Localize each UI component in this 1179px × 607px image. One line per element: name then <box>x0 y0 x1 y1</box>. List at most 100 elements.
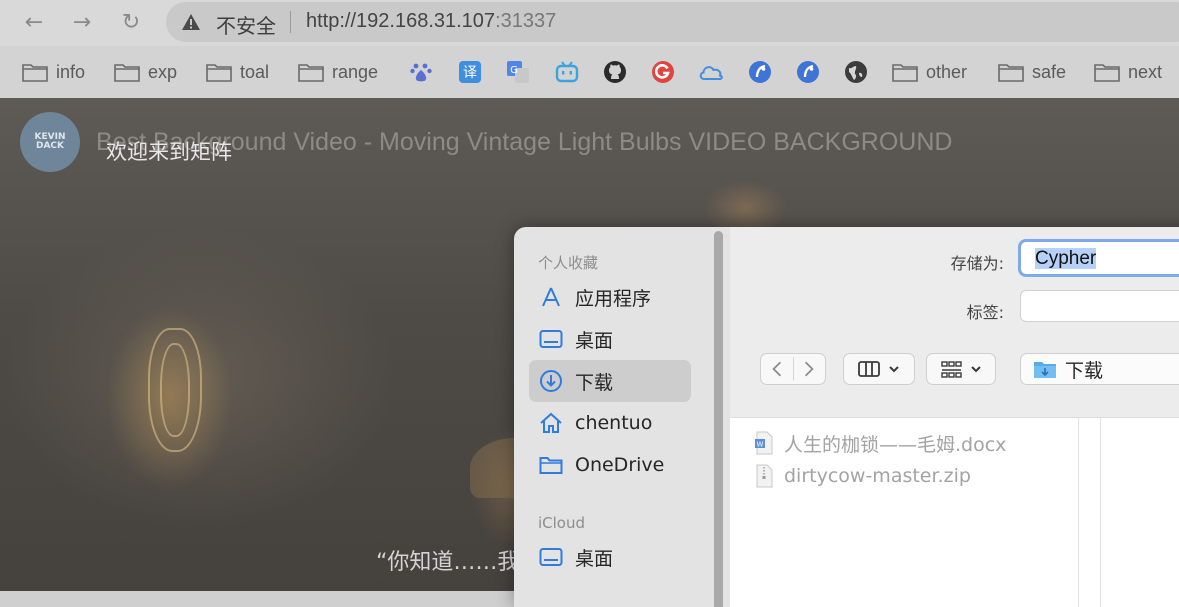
file-browser: W 人生的枷锁——毛姆.docx dirtycow-master.zip <box>730 417 1179 607</box>
save-as-value: Cypher <box>1035 248 1097 269</box>
address-separator <box>290 11 291 33</box>
channel-logo-text: KEVIN DACK <box>34 132 66 151</box>
arrow-left-icon[interactable]: ← <box>20 9 48 37</box>
reload-icon[interactable]: ↻ <box>117 9 145 37</box>
safari-blue-icon[interactable] <box>747 59 773 85</box>
sidebar-section-icloud: iCloud <box>538 514 586 532</box>
address-bar[interactable]: 不安全 http://192.168.31.107:31337 <box>166 2 1179 42</box>
url-text[interactable]: http://192.168.31.107:31337 <box>306 10 556 33</box>
folder-icon <box>998 64 1024 82</box>
sidebar-item-desktop[interactable]: 桌面 <box>529 318 691 360</box>
bookmark-folder-next[interactable]: next <box>1094 58 1162 86</box>
file-item-zip[interactable]: dirtycow-master.zip <box>754 463 971 489</box>
view-mode-button[interactable] <box>843 353 915 385</box>
sidebar-item-home[interactable]: chentuo <box>529 402 691 444</box>
folder-icon <box>114 64 140 82</box>
warning-icon <box>182 14 200 30</box>
file-item-docx[interactable]: W 人生的枷锁——毛姆.docx <box>754 430 1006 456</box>
word-doc-icon: W <box>755 431 773 455</box>
sidebar-section-favorites: 个人收藏 <box>538 254 599 272</box>
folder-icon <box>539 457 563 474</box>
chevron-down-icon <box>971 366 981 373</box>
bookmark-folder-safe[interactable]: safe <box>998 58 1066 86</box>
file-name: 人生的枷锁——毛姆.docx <box>784 433 1007 456</box>
bilibili-icon[interactable] <box>554 59 580 85</box>
applications-icon <box>542 287 560 307</box>
tags-input[interactable] <box>1020 290 1179 322</box>
save-as-input[interactable]: Cypher <box>1018 239 1179 277</box>
dialog-sidebar: 个人收藏 应用程序 桌面 下载 chentuo OneDrive iCloud … <box>514 227 730 607</box>
sidebar-item-label: 桌面 <box>575 547 614 570</box>
sidebar-item-onedrive[interactable]: OneDrive <box>529 444 691 486</box>
security-label: 不安全 <box>216 14 276 38</box>
folder-icon <box>206 64 232 82</box>
bookmark-folder-info[interactable]: info <box>22 58 85 86</box>
home-icon <box>540 412 562 433</box>
save-dialog: 个人收藏 应用程序 桌面 下载 chentuo OneDrive iCloud … <box>514 227 1179 607</box>
svg-text:W: W <box>757 441 764 449</box>
globe-icon[interactable] <box>843 59 869 85</box>
sidebar-item-label: chentuo <box>575 412 653 434</box>
folder-icon <box>298 64 324 82</box>
svg-text:译: 译 <box>463 65 477 81</box>
desktop-icon <box>539 330 563 348</box>
sidebar-scrollbar[interactable] <box>714 231 723 607</box>
column-divider[interactable] <box>1078 418 1079 607</box>
g-red-icon[interactable] <box>650 59 676 85</box>
save-as-label: 存储为: <box>950 254 1004 273</box>
bookmark-label: other <box>926 61 968 82</box>
welcome-text: 欢迎来到矩阵 <box>106 140 232 164</box>
svg-text:G: G <box>510 65 518 76</box>
channel-logo[interactable]: KEVIN DACK <box>20 112 80 172</box>
translate-icon[interactable]: 译 <box>457 59 483 85</box>
bookmark-folder-exp[interactable]: exp <box>114 58 177 86</box>
tags-label: 标签: <box>966 303 1004 322</box>
folder-icon <box>22 64 48 82</box>
sidebar-item-downloads[interactable]: 下载 <box>529 360 691 402</box>
bookmark-label: info <box>56 61 86 82</box>
google-translate-icon[interactable]: G <box>505 59 531 85</box>
bookmark-label: exp <box>148 61 178 82</box>
sidebar-item-label: 下载 <box>575 371 614 394</box>
downloads-icon <box>540 370 562 392</box>
group-mode-button[interactable] <box>926 353 996 385</box>
downloads-folder-icon <box>1034 362 1056 378</box>
zip-file-icon <box>756 464 773 488</box>
folder-icon <box>1094 64 1120 82</box>
bookmarks-bar: info exp toal range 译 G other safe next <box>0 46 1179 99</box>
url-host: http://192.168.31.107 <box>306 10 496 32</box>
bookmark-label: next <box>1128 61 1163 82</box>
arrow-right-icon[interactable]: → <box>68 9 96 37</box>
bookmark-label: range <box>332 61 379 82</box>
column-view-icon <box>858 361 880 377</box>
url-port: :31337 <box>495 10 557 32</box>
baidu-icon[interactable] <box>408 59 434 85</box>
github-icon[interactable] <box>602 59 628 85</box>
chevron-left-right-icon <box>772 357 814 381</box>
folder-icon <box>892 64 918 82</box>
bookmark-label: safe <box>1032 61 1067 82</box>
sidebar-item-label: 桌面 <box>575 329 614 352</box>
cloud-icon[interactable] <box>698 59 724 85</box>
grid-group-icon <box>941 361 962 378</box>
dialog-main: 存储为: Cypher 标签: 下载 W 人生的枷锁——毛姆.docx dirt… <box>730 227 1179 607</box>
browser-toolbar: ← → ↻ 不安全 http://192.168.31.107:31337 <box>0 0 1179 46</box>
bookmark-folder-other[interactable]: other <box>892 58 967 86</box>
location-popup[interactable]: 下载 <box>1020 353 1179 385</box>
safari-blue-icon[interactable] <box>795 59 821 85</box>
bookmark-label: toal <box>240 61 270 82</box>
desktop-icon <box>539 548 563 566</box>
column-divider[interactable] <box>1100 418 1101 607</box>
bookmark-folder-range[interactable]: range <box>298 58 378 86</box>
location-label: 下载 <box>1065 359 1104 382</box>
file-name: dirtycow-master.zip <box>784 465 971 487</box>
video-subtitle: “你知道……我 <box>376 550 520 575</box>
sidebar-item-label: 应用程序 <box>575 287 652 310</box>
chevron-down-icon <box>889 366 899 373</box>
sidebar-item-icloud-desktop[interactable]: 桌面 <box>529 536 691 578</box>
sidebar-item-label: OneDrive <box>575 454 665 476</box>
bookmark-folder-toal[interactable]: toal <box>206 58 269 86</box>
light-bulb-filament-inner <box>160 343 190 437</box>
back-forward-group <box>760 353 826 385</box>
sidebar-item-applications[interactable]: 应用程序 <box>529 276 691 318</box>
